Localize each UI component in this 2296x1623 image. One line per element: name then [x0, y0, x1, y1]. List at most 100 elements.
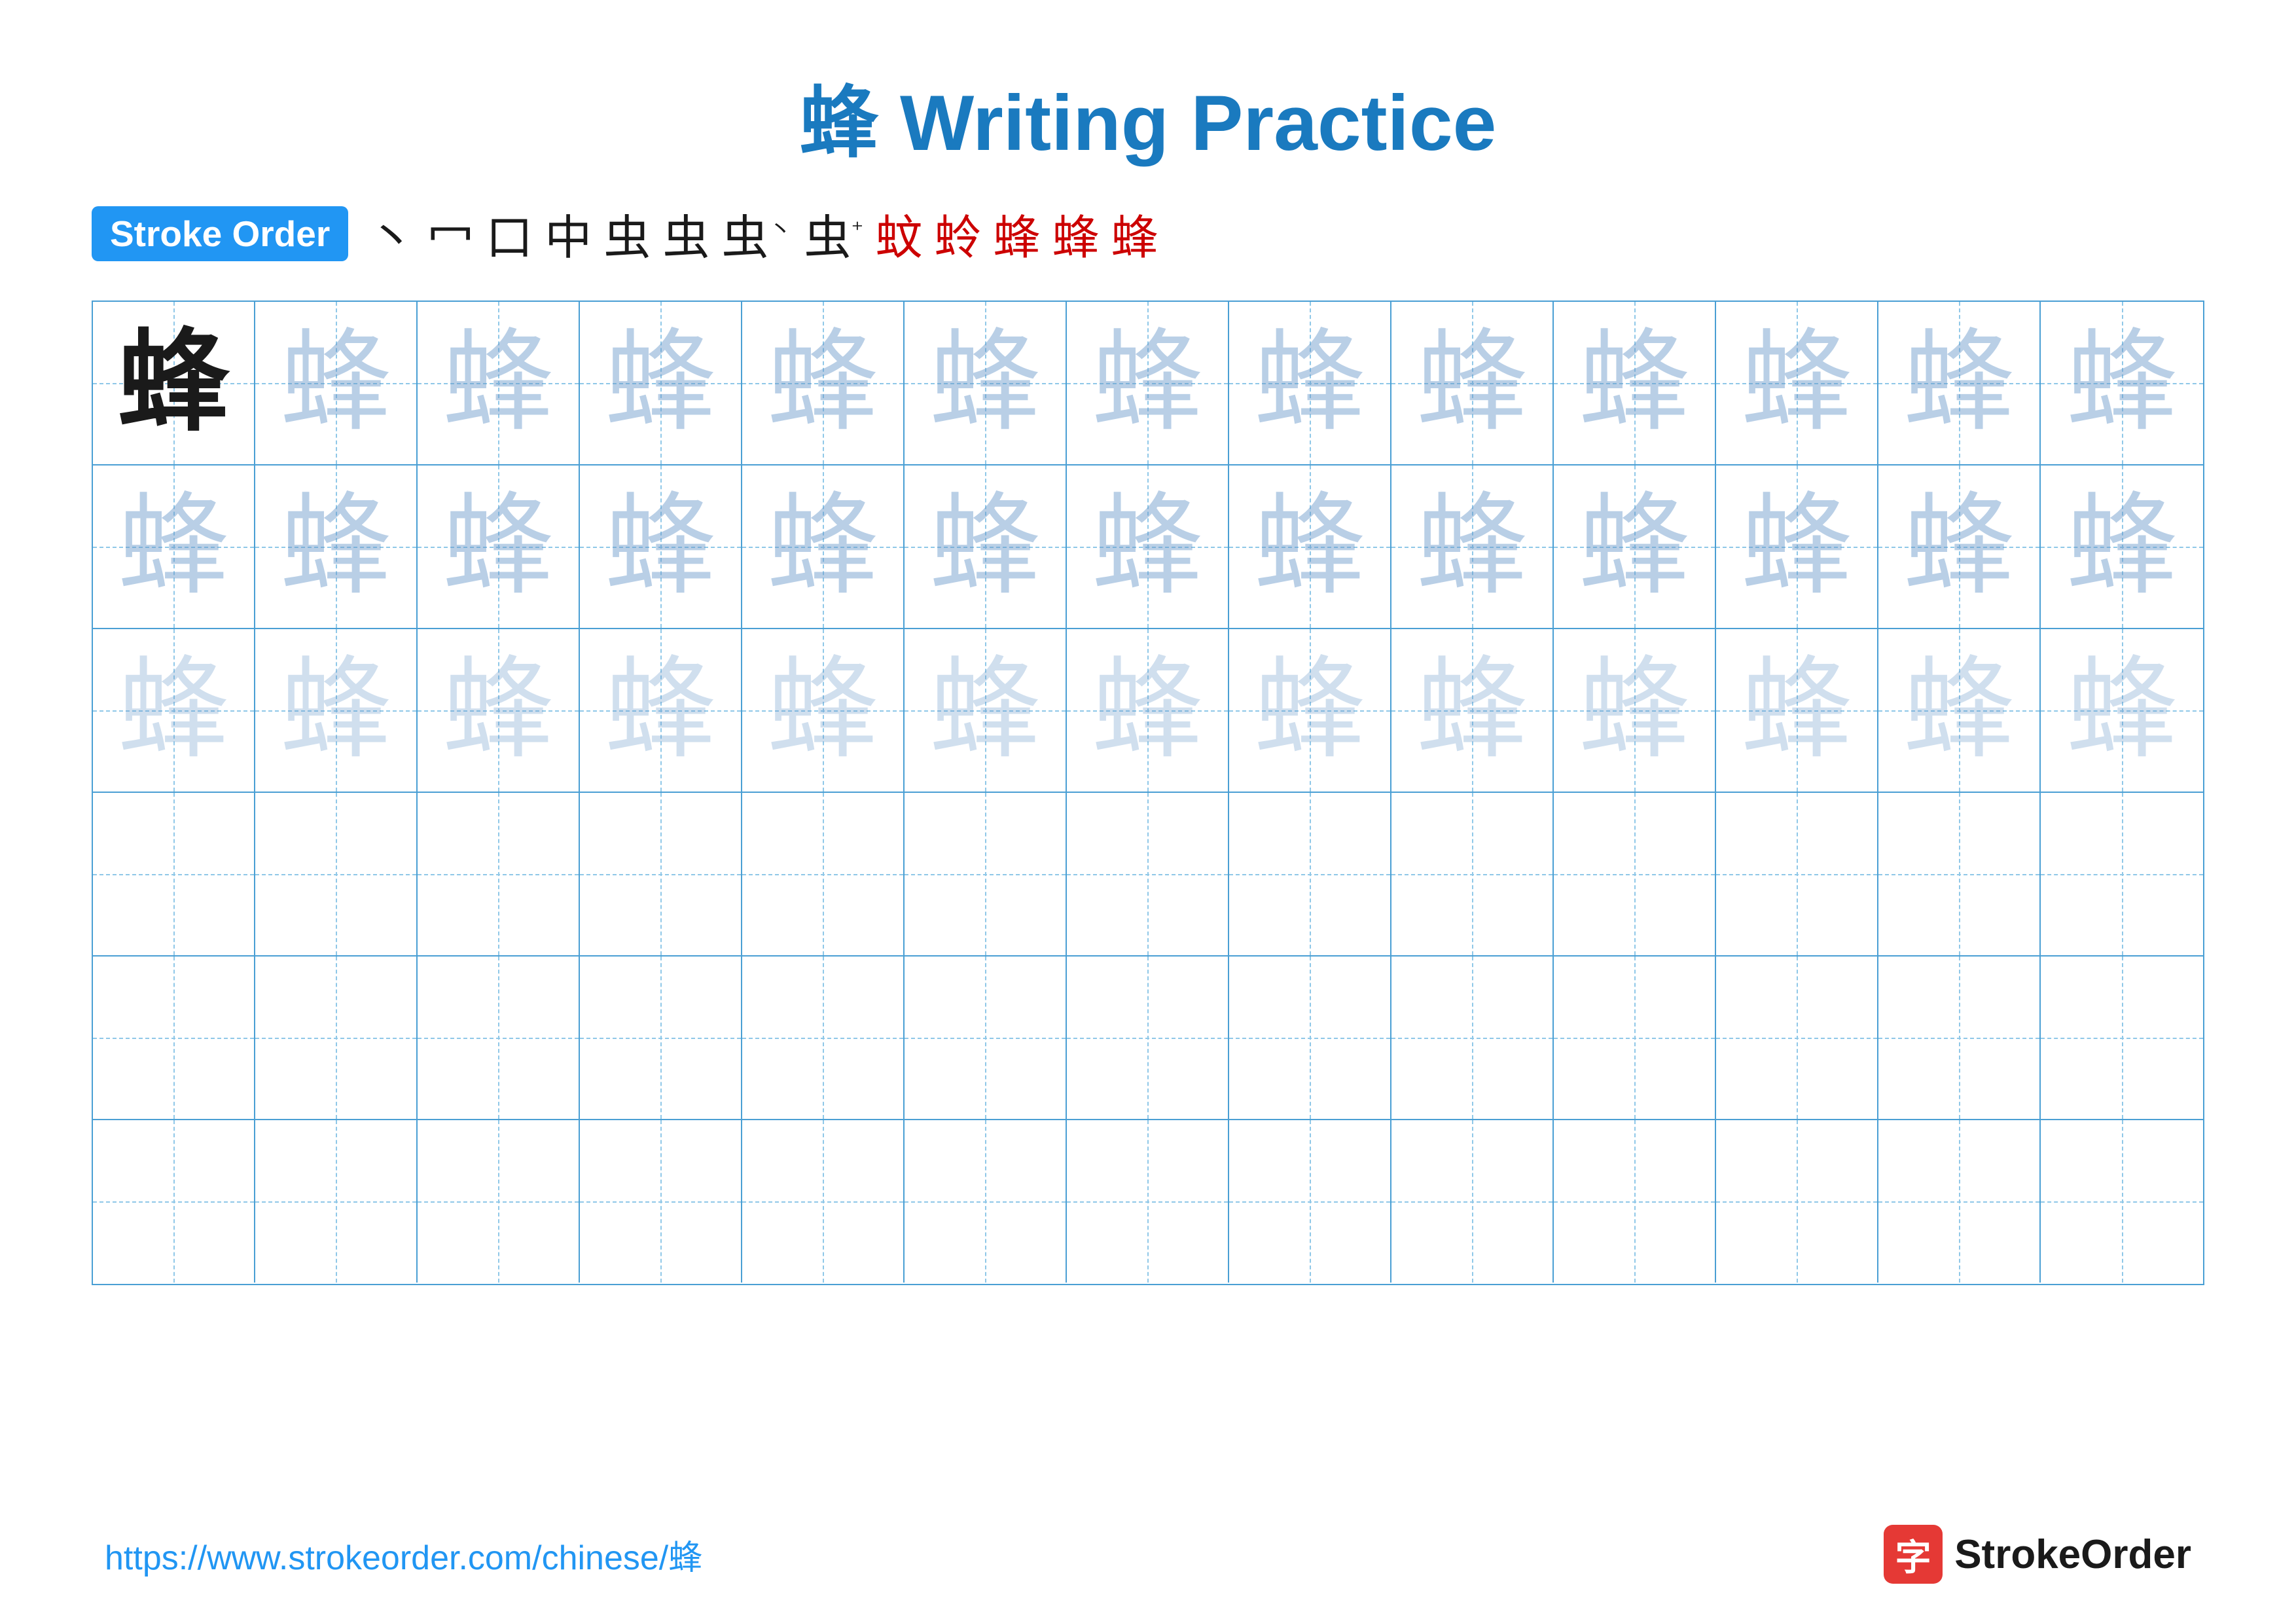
grid-cell-r3-c10: 蜂	[1554, 629, 1716, 792]
stroke-order-row: Stroke Order 丶 冖 口 中 虫 虫 虫丶 虫⁺ 蚊 蛉 蜂 蜂 蜂	[52, 199, 2244, 268]
grid-cell-r4-c8[interactable]	[1229, 793, 1391, 955]
stroke-steps: 丶 冖 口 中 虫 虫 虫丶 虫⁺ 蚊 蛉 蜂 蜂 蜂	[368, 199, 1158, 268]
grid-cell-r6-c11[interactable]	[1716, 1120, 1878, 1283]
page: 蜂 Writing Practice Stroke Order 丶 冖 口 中 …	[0, 0, 2296, 1623]
grid-cell-r4-c6[interactable]	[905, 793, 1067, 955]
grid-cell-r2-c10: 蜂	[1554, 465, 1716, 628]
stroke-step-10: 蛉	[934, 199, 981, 268]
grid-cell-r1-c11: 蜂	[1716, 302, 1878, 464]
grid-cell-r6-c10[interactable]	[1554, 1120, 1716, 1283]
grid-cell-r2-c8: 蜂	[1229, 465, 1391, 628]
grid-row-4	[93, 793, 2203, 957]
grid-cell-r6-c3[interactable]	[418, 1120, 580, 1283]
stroke-step-11: 蜂	[993, 199, 1040, 268]
grid-cell-r6-c2[interactable]	[255, 1120, 418, 1283]
stroke-step-5: 虫	[603, 199, 651, 268]
grid-cell-r6-c6[interactable]	[905, 1120, 1067, 1283]
stroke-step-7: 虫丶	[721, 199, 792, 268]
grid-cell-r2-c3: 蜂	[418, 465, 580, 628]
grid-cell-r6-c12[interactable]	[1878, 1120, 2041, 1283]
grid-cell-r4-c3[interactable]	[418, 793, 580, 955]
grid-cell-r5-c13[interactable]	[2041, 957, 2203, 1119]
stroke-step-3: 口	[486, 199, 533, 268]
grid-row-6	[93, 1120, 2203, 1284]
grid-cell-r6-c9[interactable]	[1391, 1120, 1554, 1283]
stroke-step-6: 虫	[662, 199, 709, 268]
char-bold: 蜂	[118, 327, 229, 439]
grid-cell-r3-c3: 蜂	[418, 629, 580, 792]
grid-cell-r5-c8[interactable]	[1229, 957, 1391, 1119]
grid-cell-r1-c6: 蜂	[905, 302, 1067, 464]
footer-logo-icon: 字	[1884, 1525, 1943, 1584]
grid-cell-r2-c4: 蜂	[580, 465, 742, 628]
grid-cell-r4-c13[interactable]	[2041, 793, 2203, 955]
grid-cell-r3-c13: 蜂	[2041, 629, 2203, 792]
grid-cell-r6-c8[interactable]	[1229, 1120, 1391, 1283]
grid-cell-r4-c2[interactable]	[255, 793, 418, 955]
grid-cell-r4-c10[interactable]	[1554, 793, 1716, 955]
grid-cell-r4-c1[interactable]	[93, 793, 255, 955]
grid-cell-r3-c6: 蜂	[905, 629, 1067, 792]
grid-cell-r1-c5: 蜂	[742, 302, 905, 464]
grid-cell-r5-c11[interactable]	[1716, 957, 1878, 1119]
stroke-step-13: 蜂	[1111, 199, 1158, 268]
grid-cell-r2-c2: 蜂	[255, 465, 418, 628]
grid-cell-r2-c12: 蜂	[1878, 465, 2041, 628]
grid-cell-r2-c6: 蜂	[905, 465, 1067, 628]
grid-cell-r6-c7[interactable]	[1067, 1120, 1229, 1283]
stroke-step-1: 丶	[368, 199, 415, 268]
grid-cell-r2-c13: 蜂	[2041, 465, 2203, 628]
grid-cell-r6-c5[interactable]	[742, 1120, 905, 1283]
grid-cell-r4-c5[interactable]	[742, 793, 905, 955]
grid-cell-r5-c6[interactable]	[905, 957, 1067, 1119]
grid-cell-r6-c13[interactable]	[2041, 1120, 2203, 1283]
grid-row-3: 蜂 蜂 蜂 蜂 蜂 蜂 蜂 蜂 蜂 蜂 蜂 蜂 蜂	[93, 629, 2203, 793]
grid-cell-r5-c7[interactable]	[1067, 957, 1229, 1119]
stroke-step-9: 蚊	[875, 199, 922, 268]
grid-cell-r5-c4[interactable]	[580, 957, 742, 1119]
grid-cell-r5-c3[interactable]	[418, 957, 580, 1119]
grid-cell-r3-c1: 蜂	[93, 629, 255, 792]
grid-cell-r5-c10[interactable]	[1554, 957, 1716, 1119]
grid-cell-r4-c11[interactable]	[1716, 793, 1878, 955]
grid-cell-r5-c12[interactable]	[1878, 957, 2041, 1119]
grid-cell-r2-c1: 蜂	[93, 465, 255, 628]
grid-cell-r1-c4: 蜂	[580, 302, 742, 464]
grid-cell-r4-c12[interactable]	[1878, 793, 2041, 955]
footer-url[interactable]: https://www.strokeorder.com/chinese/蜂	[105, 1530, 702, 1579]
grid-cell-r3-c5: 蜂	[742, 629, 905, 792]
grid-cell-r2-c9: 蜂	[1391, 465, 1554, 628]
grid-cell-r1-c12: 蜂	[1878, 302, 2041, 464]
grid-cell-r1-c10: 蜂	[1554, 302, 1716, 464]
grid-cell-r4-c7[interactable]	[1067, 793, 1229, 955]
grid-cell-r3-c2: 蜂	[255, 629, 418, 792]
grid-cell-r6-c1[interactable]	[93, 1120, 255, 1283]
grid-cell-r1-c8: 蜂	[1229, 302, 1391, 464]
grid-cell-r1-c1: 蜂	[93, 302, 255, 464]
grid-cell-r3-c8: 蜂	[1229, 629, 1391, 792]
grid-cell-r5-c2[interactable]	[255, 957, 418, 1119]
grid-cell-r1-c3: 蜂	[418, 302, 580, 464]
grid-cell-r5-c5[interactable]	[742, 957, 905, 1119]
page-title: 蜂 Writing Practice	[800, 59, 1497, 173]
grid-cell-r6-c4[interactable]	[580, 1120, 742, 1283]
grid-cell-r5-c9[interactable]	[1391, 957, 1554, 1119]
practice-grid: 蜂 蜂 蜂 蜂 蜂 蜂 蜂 蜂 蜂 蜂 蜂 蜂 蜂 蜂 蜂 蜂 蜂 蜂 蜂 蜂 …	[92, 301, 2204, 1285]
grid-cell-r2-c7: 蜂	[1067, 465, 1229, 628]
stroke-step-12: 蜂	[1052, 199, 1099, 268]
grid-cell-r3-c7: 蜂	[1067, 629, 1229, 792]
grid-cell-r5-c1[interactable]	[93, 957, 255, 1119]
footer-logo: 字 StrokeOrder	[1884, 1525, 2191, 1584]
stroke-step-2: 冖	[427, 199, 474, 268]
grid-cell-r4-c9[interactable]	[1391, 793, 1554, 955]
grid-cell-r3-c11: 蜂	[1716, 629, 1878, 792]
grid-cell-r3-c9: 蜂	[1391, 629, 1554, 792]
grid-cell-r4-c4[interactable]	[580, 793, 742, 955]
grid-row-5	[93, 957, 2203, 1120]
stroke-step-4: 中	[545, 199, 592, 268]
grid-cell-r2-c5: 蜂	[742, 465, 905, 628]
grid-row-2: 蜂 蜂 蜂 蜂 蜂 蜂 蜂 蜂 蜂 蜂 蜂 蜂 蜂	[93, 465, 2203, 629]
grid-cell-r1-c2: 蜂	[255, 302, 418, 464]
footer-logo-text: StrokeOrder	[1954, 1531, 2191, 1578]
grid-cell-r1-c13: 蜂	[2041, 302, 2203, 464]
